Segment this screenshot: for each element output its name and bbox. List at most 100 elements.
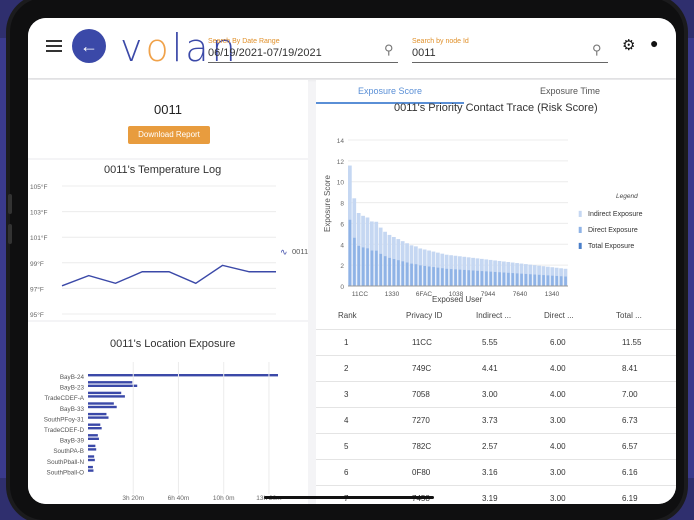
node-search-icon[interactable]: ⚲ xyxy=(592,42,602,58)
cell-total: 6.73 xyxy=(622,416,638,425)
col-indirect[interactable]: Indirect ... xyxy=(476,302,511,330)
date-range-input[interactable]: 06/19/2021-07/19/2021 xyxy=(208,47,322,59)
tab-exposure-score[interactable]: Exposure Score xyxy=(316,80,464,102)
table-row[interactable]: 7 7458 3.19 3.00 6.19 xyxy=(316,486,676,504)
temperature-y-tick: 95°F xyxy=(30,311,44,319)
location-category-label: TradeCDEF-A xyxy=(44,395,84,402)
menu-icon[interactable] xyxy=(46,40,62,52)
back-button[interactable]: ← xyxy=(72,29,106,63)
priority-bar-direct xyxy=(419,265,422,286)
priority-bar-direct xyxy=(401,261,405,286)
table-row[interactable]: 1 11CC 5.55 6.00 11.55 xyxy=(316,330,676,356)
home-indicator xyxy=(264,496,434,499)
table-row[interactable]: 4 7270 3.73 3.00 6.73 xyxy=(316,408,676,434)
location-bar xyxy=(88,455,95,458)
location-category-label: BayB-39 xyxy=(60,438,85,445)
location-x-tick: 3h 20m xyxy=(122,495,144,502)
priority-x-tick: 11CC xyxy=(352,291,368,298)
temperature-log-card: 0011's Temperature Log 105°F 103°F 101°F 99… xyxy=(28,160,308,320)
cell-indirect: 2.57 xyxy=(482,442,498,451)
col-direct[interactable]: Direct ... xyxy=(544,302,574,330)
location-bar xyxy=(88,416,109,419)
priority-bar-direct xyxy=(370,250,374,286)
cell-indirect: 3.73 xyxy=(482,416,498,425)
account-icon[interactable]: ● xyxy=(650,35,658,51)
priority-x-tick: 7944 xyxy=(481,291,496,298)
gear-icon[interactable]: ⚙ xyxy=(622,36,635,54)
priority-y-tick: 8 xyxy=(340,201,344,208)
location-bar xyxy=(88,405,117,409)
location-bar xyxy=(88,402,114,405)
priority-bar-direct xyxy=(551,275,554,286)
priority-bar-direct xyxy=(542,275,545,286)
table-header: Rank Privacy ID Indirect ... Direct ... … xyxy=(316,302,676,330)
priority-bar-direct xyxy=(432,267,435,286)
priority-bar-direct xyxy=(410,263,413,286)
cell-indirect: 3.16 xyxy=(482,468,498,477)
col-rank[interactable]: Rank xyxy=(338,302,357,330)
cell-privacy-id: 749C xyxy=(412,364,432,373)
priority-x-tick: 7640 xyxy=(513,291,528,298)
table-row[interactable]: 3 7058 3.00 4.00 7.00 xyxy=(316,382,676,408)
location-bar xyxy=(88,444,96,448)
temperature-y-tick: 99°F xyxy=(30,260,44,268)
priority-bar-direct xyxy=(502,272,506,286)
col-total[interactable]: Total ... xyxy=(616,302,642,330)
priority-bar-direct xyxy=(564,276,567,286)
download-report-button[interactable]: Download Report xyxy=(128,126,210,144)
temperature-series-line xyxy=(61,264,276,287)
location-bar xyxy=(88,395,125,398)
priority-y-tick: 2 xyxy=(340,263,344,270)
priority-bar-direct xyxy=(529,274,532,286)
location-bar xyxy=(88,412,107,416)
location-bar xyxy=(88,469,94,472)
date-search-icon[interactable]: ⚲ xyxy=(384,42,394,58)
priority-bar-direct xyxy=(397,260,400,286)
cell-rank: 3 xyxy=(344,390,349,399)
priority-bar-direct xyxy=(467,270,471,286)
temperature-y-tick: 103°F xyxy=(30,209,47,217)
table-row[interactable]: 5 782C 2.57 4.00 6.57 xyxy=(316,434,676,460)
priority-x-tick: 1038 xyxy=(449,291,464,298)
location-bar xyxy=(88,434,98,437)
cell-rank: 4 xyxy=(344,416,349,425)
cell-direct: 4.00 xyxy=(550,390,566,399)
priority-bar-direct xyxy=(388,257,391,286)
location-category-label: BayB-23 xyxy=(60,385,85,392)
total-legend-label: Total Exposure xyxy=(588,243,634,250)
cell-privacy-id: 782C xyxy=(412,442,432,451)
priority-bar-direct xyxy=(559,276,563,286)
cell-privacy-id: 7058 xyxy=(412,390,430,399)
node-card: 0011 Download Report xyxy=(28,80,308,158)
temperature-legend-label: 0011 xyxy=(292,247,308,256)
indirect-legend-label: Indirect Exposure xyxy=(588,211,643,218)
indirect-legend-icon: ▮ xyxy=(578,209,582,218)
table-row[interactable]: 6 0F80 3.16 3.00 6.16 xyxy=(316,460,676,486)
cell-privacy-id: 11CC xyxy=(412,338,432,347)
priority-bar-direct xyxy=(436,267,440,286)
temperature-legend-icon: ∿ xyxy=(280,247,288,257)
priority-bar-direct xyxy=(405,262,409,286)
col-privacy-id[interactable]: Privacy ID xyxy=(406,302,442,330)
table-row[interactable]: 2 749C 4.41 4.00 8.41 xyxy=(316,356,676,382)
priority-x-tick: 1340 xyxy=(545,291,560,298)
cell-direct: 3.00 xyxy=(550,494,566,503)
priority-bar-direct xyxy=(533,274,537,286)
location-bar xyxy=(88,391,122,395)
temperature-chart: 105°F 103°F 101°F 99°F 97°F 95°F ∿ 0011 xyxy=(30,183,308,319)
priority-bar-direct xyxy=(383,256,387,286)
cell-total: 11.55 xyxy=(622,338,642,347)
location-bar xyxy=(88,437,99,440)
cell-direct: 4.00 xyxy=(550,442,566,451)
location-category-label: BayB-33 xyxy=(60,406,85,413)
node-search-input[interactable]: 0011 xyxy=(412,47,436,59)
app-screen: ← volan Search By Date Range 06/19/2021-… xyxy=(28,18,676,504)
priority-bar-direct xyxy=(555,275,559,286)
priority-y-tick: 10 xyxy=(337,180,345,187)
location-bar xyxy=(88,427,102,430)
location-category-label: TradeCDEF-D xyxy=(44,427,84,434)
priority-bar-direct xyxy=(458,269,462,286)
priority-bar-direct xyxy=(489,271,493,286)
tab-exposure-time[interactable]: Exposure Time xyxy=(464,80,676,102)
priority-bar-direct xyxy=(427,266,431,286)
